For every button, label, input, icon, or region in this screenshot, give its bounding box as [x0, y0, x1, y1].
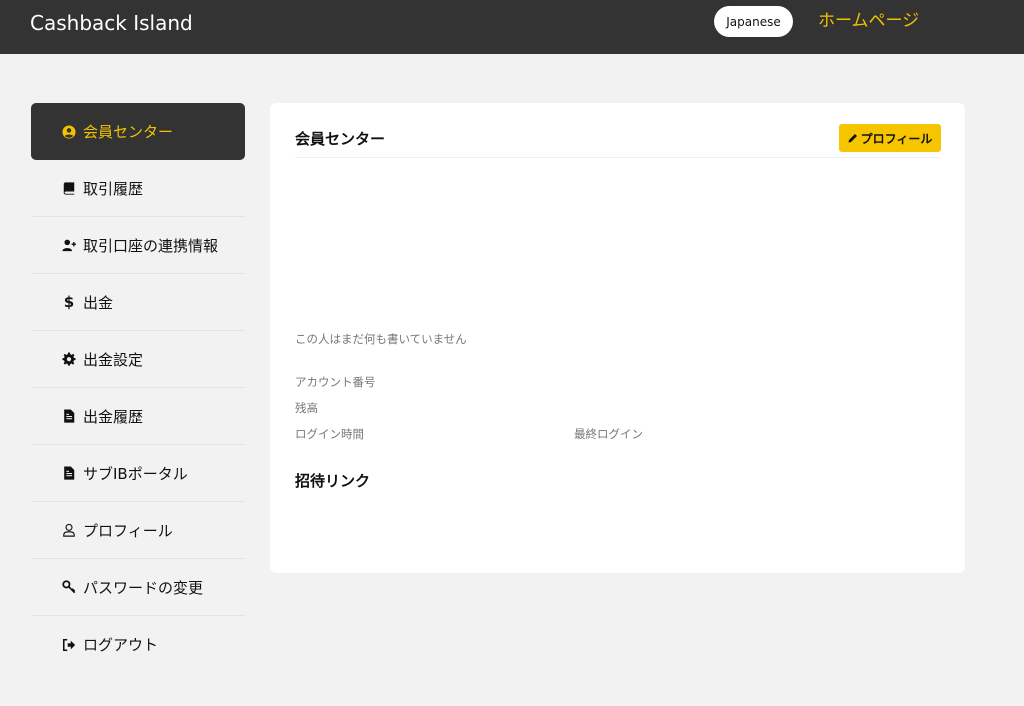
key-icon: [61, 579, 77, 595]
language-button[interactable]: Japanese: [714, 6, 793, 37]
user-plus-icon: [61, 237, 77, 253]
sidebar-item-logout[interactable]: ログアウト: [31, 616, 245, 673]
login-time-label: ログイン時間: [295, 427, 364, 441]
sidebar-item-withdraw-settings[interactable]: 出金設定: [31, 331, 245, 388]
dollar-icon: $: [63, 293, 75, 311]
sidebar-item-label: 出金設定: [83, 350, 144, 369]
sidebar-item-linked-accounts[interactable]: 取引口座の連携情報: [31, 217, 245, 274]
sidebar-item-label: サブIBポータル: [83, 464, 188, 483]
brand-logo-text[interactable]: Cashback Island: [30, 10, 193, 36]
sidebar-item-label: 会員センター: [83, 123, 174, 141]
sidebar-item-label: 取引口座の連携情報: [83, 236, 219, 255]
bio-text: この人はまだ何も書いていません: [295, 332, 467, 346]
card-divider: [295, 157, 940, 158]
sidebar-item-profile[interactable]: プロフィール: [31, 502, 245, 559]
sidebar-item-sub-ib-portal[interactable]: サブIBポータル: [31, 445, 245, 502]
sidebar-item-label: ログアウト: [83, 636, 159, 654]
sidebar: 会員センター 取引履歴 取引口座の連携情報 $ 出金 出金設定 出金履歴 サブI…: [31, 103, 245, 673]
sidebar-item-withdraw-history[interactable]: 出金履歴: [31, 388, 245, 445]
sidebar-item-member-center[interactable]: 会員センター: [31, 103, 245, 160]
user-outline-icon: [61, 522, 77, 538]
logout-icon: [61, 637, 77, 653]
pencil-icon: [848, 134, 857, 143]
sidebar-item-label: 取引履歴: [83, 179, 144, 198]
sidebar-item-label: 出金履歴: [83, 407, 144, 426]
book-icon: [61, 180, 77, 196]
sidebar-item-label: プロフィール: [83, 521, 173, 540]
sidebar-item-trade-history[interactable]: 取引履歴: [31, 160, 245, 217]
account-number-label: アカウント番号: [295, 375, 376, 389]
edit-profile-button[interactable]: プロフィール: [839, 124, 941, 152]
document-icon: [61, 408, 77, 424]
sidebar-item-withdraw[interactable]: $ 出金: [31, 274, 245, 331]
page-title: 会員センター: [295, 130, 386, 148]
top-navbar: Cashback Island Japanese ホームページ: [0, 0, 1024, 54]
invite-link-title: 招待リンク: [295, 472, 371, 490]
sidebar-item-label: パスワードの変更: [83, 578, 204, 597]
user-circle-icon: [61, 124, 77, 140]
gear-icon: [61, 351, 77, 367]
sidebar-item-change-password[interactable]: パスワードの変更: [31, 559, 245, 616]
last-login-label: 最終ログイン: [574, 427, 643, 441]
balance-label: 残高: [295, 401, 318, 415]
member-center-card: 会員センター プロフィール この人はまだ何も書いていません アカウント番号 残高…: [270, 103, 965, 573]
document-icon: [61, 465, 77, 481]
sidebar-item-label: 出金: [83, 293, 114, 312]
home-link[interactable]: ホームページ: [818, 10, 919, 32]
edit-profile-label: プロフィール: [860, 131, 933, 146]
